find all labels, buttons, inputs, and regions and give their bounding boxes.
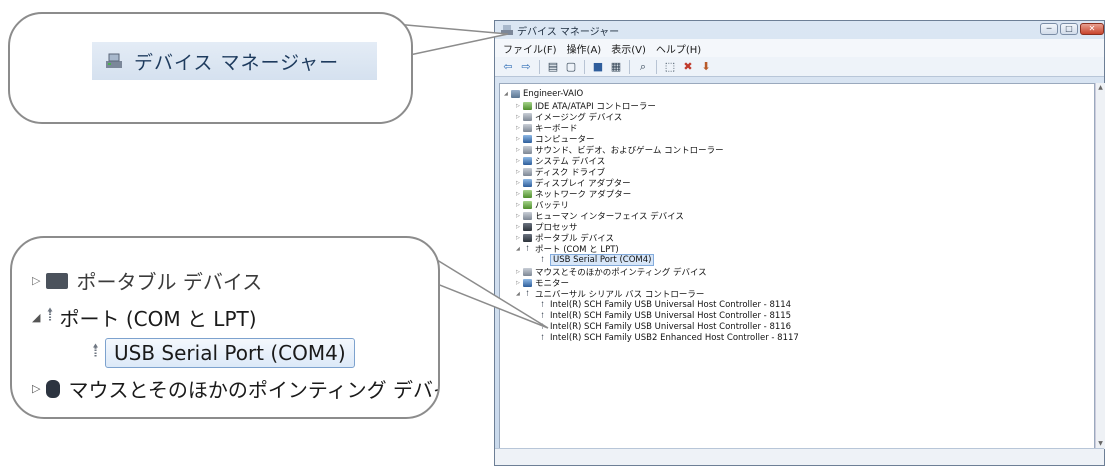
device-manager-icon xyxy=(106,53,122,68)
zoomed-port-group-label: ポート (COM と LPT) xyxy=(59,306,257,331)
zoomed-window-title: デバイス マネージャー xyxy=(134,51,340,74)
mouse-icon xyxy=(46,379,61,398)
zoomed-usb-serial-row[interactable]: ⭫ USB Serial Port (COM4) xyxy=(92,336,355,370)
port-icon: ⭫ xyxy=(46,302,54,326)
zoomed-title-bar: デバイス マネージャー xyxy=(92,42,377,80)
zoomed-portable-device-label: ポータブル デバイス xyxy=(76,270,263,294)
title-zoom-callout: デバイス マネージャー xyxy=(8,12,413,124)
bottom-callout-pointer xyxy=(422,250,549,329)
zoomed-clipped-top-row: ▷ ポータブル デバイス xyxy=(32,266,262,295)
zoomed-port-group-row[interactable]: ◢ ⭫ ポート (COM と LPT) xyxy=(32,300,257,334)
zoomed-mouse-label: マウスとそのほかのポインティング デバイス xyxy=(68,378,440,402)
port-zoom-callout: ▷ ポータブル デバイス ◢ ⭫ ポート (COM と LPT) ⭫ USB S… xyxy=(10,236,440,419)
portable-device-icon xyxy=(46,272,69,289)
usb-connector-icon: ⭫ xyxy=(92,338,99,362)
zoomed-clipped-bottom-row: ▷ マウスとそのほかのポインティング デバイス xyxy=(32,374,440,403)
zoomed-usb-serial-label[interactable]: USB Serial Port (COM4) xyxy=(105,338,355,368)
